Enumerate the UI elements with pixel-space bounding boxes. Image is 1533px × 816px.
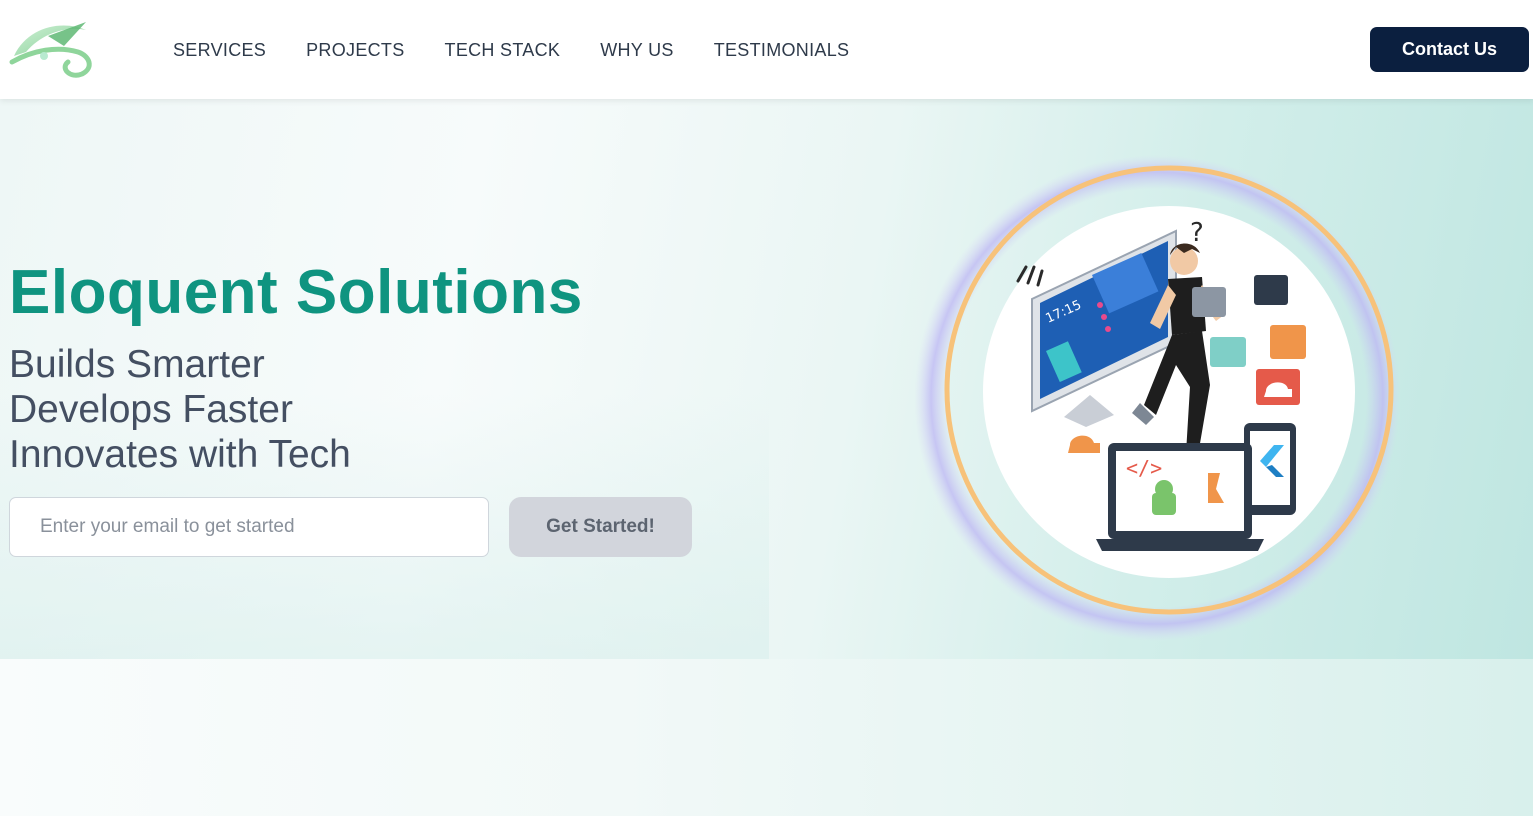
contact-us-button[interactable]: Contact Us	[1370, 27, 1529, 72]
developer-illustration-icon: 17:15 ? </>	[914, 155, 1400, 641]
nav-projects[interactable]: PROJECTS	[306, 37, 404, 63]
nav-services[interactable]: SERVICES	[173, 37, 266, 63]
swirl-logo-icon[interactable]	[8, 16, 96, 80]
tagline-innovates: Innovates with Tech	[9, 433, 351, 476]
tagline-builds: Builds Smarter	[9, 343, 265, 386]
get-started-button[interactable]: Get Started!	[509, 497, 692, 557]
email-input[interactable]	[9, 497, 489, 557]
laptop-icon: </>	[1096, 443, 1264, 551]
hero-title: Eloquent Solutions	[9, 258, 583, 327]
site-header: SERVICES PROJECTS TECH STACK WHY US TEST…	[0, 0, 1533, 99]
wifi-tile-icon	[1192, 287, 1226, 317]
nav-why-us[interactable]: WHY US	[600, 37, 673, 63]
tagline-develops: Develops Faster	[9, 388, 293, 431]
nav-testimonials[interactable]: TESTIMONIALS	[714, 37, 850, 63]
svg-text:</>: </>	[1126, 456, 1162, 480]
hourglass-tile-icon	[1270, 325, 1306, 359]
main-nav: SERVICES PROJECTS TECH STACK WHY US TEST…	[173, 37, 889, 63]
svg-text:?: ?	[1190, 218, 1204, 248]
pin-tile-icon	[1254, 275, 1288, 305]
hero-section: Eloquent Solutions Builds Smarter Develo…	[0, 99, 1533, 659]
below-section	[0, 659, 1533, 816]
webcam-tile-icon	[1210, 337, 1246, 367]
nav-tech-stack[interactable]: TECH STACK	[445, 37, 561, 63]
